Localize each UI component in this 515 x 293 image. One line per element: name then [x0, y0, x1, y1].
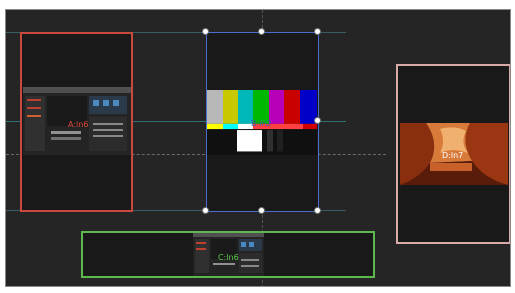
resize-handle-bottom-left[interactable] — [202, 207, 209, 214]
panel-b[interactable]: B:ln2 — [206, 32, 319, 212]
panel-c-label: C:ln6 — [218, 253, 239, 262]
panel-d[interactable]: D:ln7 — [396, 64, 510, 244]
resize-handle-bottom-right[interactable] — [314, 207, 321, 214]
panel-c[interactable]: C:ln6 — [81, 231, 375, 278]
resize-handle-top-center[interactable] — [258, 28, 265, 35]
layout-canvas[interactable]: A:ln6 B:ln2 C:ln6 D:ln7 — [5, 9, 511, 287]
resize-handle-middle-right[interactable] — [314, 117, 321, 124]
panel-a[interactable]: A:ln6 — [20, 32, 133, 212]
resize-handle-top-left[interactable] — [202, 28, 209, 35]
resize-handle-bottom-center[interactable] — [258, 207, 265, 214]
panel-b-label: B:ln2 — [251, 119, 272, 128]
panel-d-label: D:ln7 — [442, 151, 464, 160]
panel-a-label: A:ln6 — [68, 120, 89, 129]
resize-handle-top-right[interactable] — [314, 28, 321, 35]
